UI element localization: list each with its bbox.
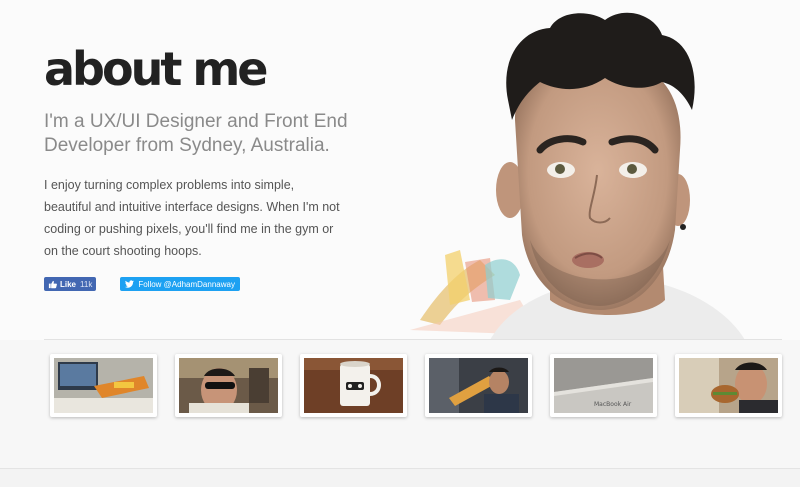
gallery-thumb-1[interactable]: [50, 354, 157, 417]
footer: [0, 469, 800, 487]
gallery-photo: [429, 358, 528, 413]
gallery-photo: [54, 358, 153, 413]
gallery-photo: MacBook Air: [554, 358, 653, 413]
gallery-photo: [179, 358, 278, 413]
facebook-like-button[interactable]: Like 11k: [44, 277, 97, 291]
page-title: about me: [44, 42, 268, 96]
twitter-bird-icon: [125, 280, 135, 288]
gallery-thumb-3[interactable]: [300, 354, 407, 417]
profile-portrait: [400, 0, 800, 340]
facebook-like-label: Like: [60, 279, 77, 289]
thumbs-up-icon: [48, 280, 57, 289]
facebook-like-count: 11k: [80, 279, 93, 289]
section-divider: [44, 339, 782, 340]
gallery-thumb-6[interactable]: [675, 354, 782, 417]
gallery-photo: [679, 358, 778, 413]
gallery-photo: [304, 358, 403, 413]
twitter-follow-button[interactable]: Follow @AdhamDannaway: [120, 277, 240, 291]
page-subtitle: I'm a UX/UI Designer and Front End Devel…: [44, 111, 348, 156]
gallery-thumb-4[interactable]: [425, 354, 532, 417]
gallery-thumb-5[interactable]: MacBook Air: [550, 354, 657, 417]
twitter-follow-label: Follow @AdhamDannaway: [138, 279, 235, 289]
photo-gallery: MacBook Air: [50, 354, 782, 417]
svg-text:MacBook Air: MacBook Air: [594, 401, 632, 408]
bio-text: I enjoy turning complex problems into si…: [44, 178, 340, 258]
gallery-thumb-2[interactable]: [175, 354, 282, 417]
social-buttons: Like 11k Follow @AdhamDannaway: [44, 277, 240, 291]
